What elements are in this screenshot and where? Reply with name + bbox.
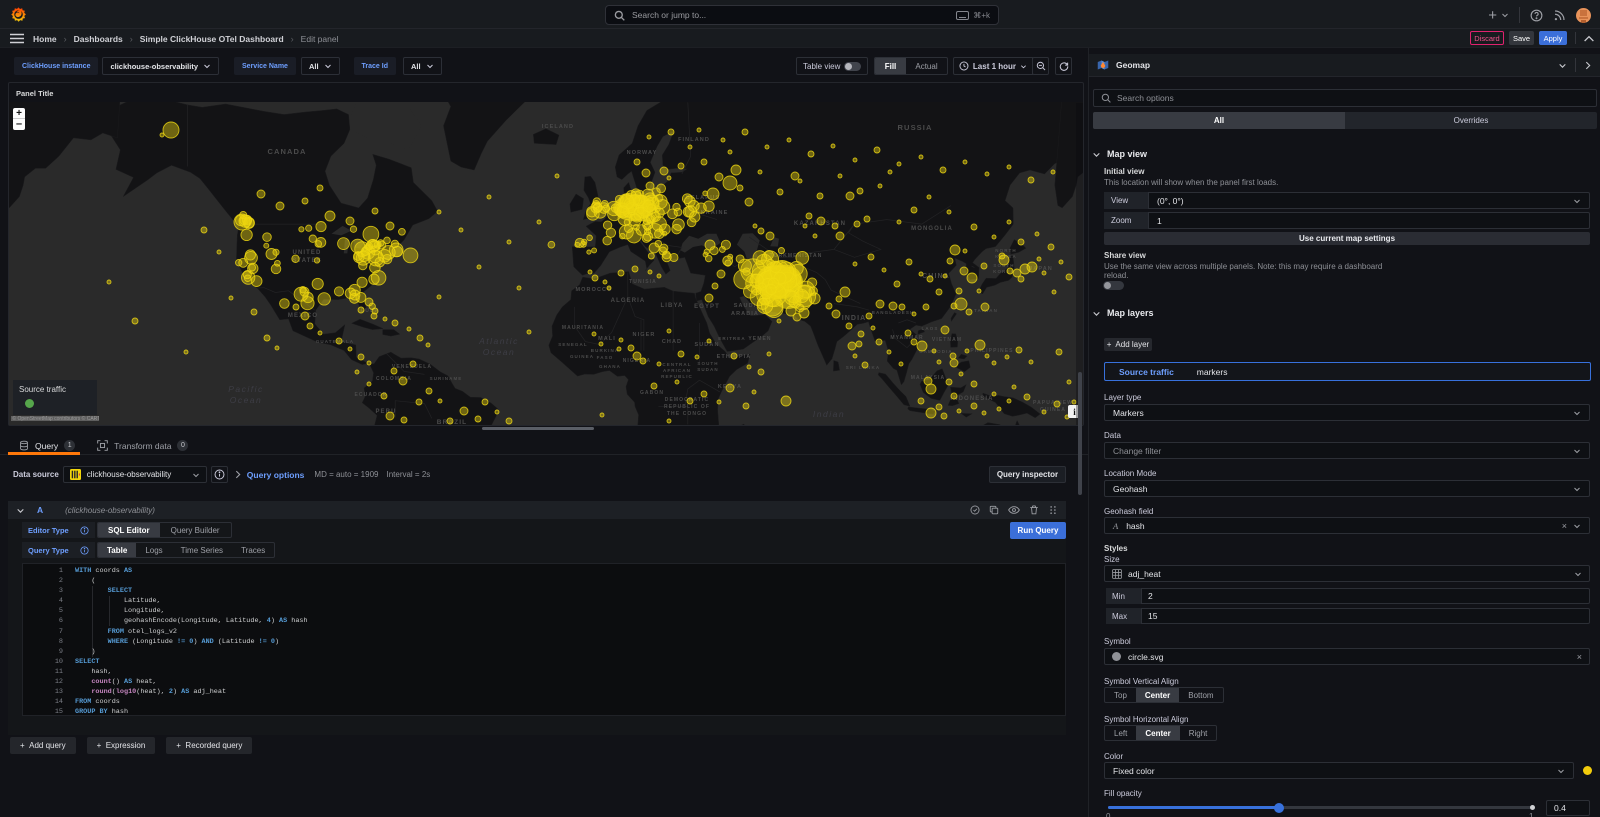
svg-text:LIBYA: LIBYA xyxy=(661,303,684,309)
svg-text:CENTRAL: CENTRAL xyxy=(662,362,691,367)
svg-text:ARABIA: ARABIA xyxy=(731,311,759,317)
svg-text:CHAD: CHAD xyxy=(662,339,682,345)
svg-text:FASO: FASO xyxy=(597,355,614,360)
svg-text:SURINAME: SURINAME xyxy=(430,376,463,381)
svg-text:LAOS: LAOS xyxy=(922,326,939,331)
svg-text:Ocean: Ocean xyxy=(483,347,516,357)
svg-text:AFRICAN: AFRICAN xyxy=(663,368,691,373)
svg-text:MAURITANIA: MAURITANIA xyxy=(562,325,604,331)
svg-text:FINLAND: FINLAND xyxy=(678,137,710,143)
svg-text:GUATEMALA: GUATEMALA xyxy=(316,339,354,344)
svg-text:Pacific: Pacific xyxy=(228,384,264,394)
svg-text:VIETNAM: VIETNAM xyxy=(932,337,962,343)
svg-text:SUDAN: SUDAN xyxy=(697,367,719,372)
svg-text:BANGLADESH: BANGLADESH xyxy=(872,310,915,315)
svg-text:ALGERIA: ALGERIA xyxy=(611,298,646,304)
svg-text:GHANA: GHANA xyxy=(599,364,621,369)
svg-text:EGYPT: EGYPT xyxy=(694,304,720,310)
svg-text:RUSSIA: RUSSIA xyxy=(898,123,933,132)
svg-text:GUINEA: GUINEA xyxy=(570,354,594,359)
svg-text:NORTH: NORTH xyxy=(995,248,1017,253)
svg-text:ERITREA: ERITREA xyxy=(718,336,745,341)
svg-text:REPUBLIC OF: REPUBLIC OF xyxy=(664,404,710,410)
svg-text:MONGOLIA: MONGOLIA xyxy=(911,226,953,232)
svg-text:GABON: GABON xyxy=(640,390,664,396)
svg-text:CANADA: CANADA xyxy=(267,147,306,156)
svg-text:SUDAN: SUDAN xyxy=(694,342,719,348)
svg-text:MALI: MALI xyxy=(598,336,616,342)
svg-text:PAPUA NEW: PAPUA NEW xyxy=(1033,400,1073,406)
svg-text:YEMEN: YEMEN xyxy=(748,336,771,342)
svg-text:BURKINA: BURKINA xyxy=(591,348,619,353)
svg-text:NORWAY: NORWAY xyxy=(627,150,658,156)
svg-text:NIGER: NIGER xyxy=(633,332,656,338)
svg-text:ICELAND: ICELAND xyxy=(542,124,574,130)
svg-text:Ocean: Ocean xyxy=(230,395,263,405)
svg-text:INDIA: INDIA xyxy=(842,315,867,322)
svg-text:SENEGAL: SENEGAL xyxy=(558,342,587,347)
svg-text:SOUTH: SOUTH xyxy=(697,361,718,366)
svg-text:THE CONGO: THE CONGO xyxy=(667,411,707,417)
svg-text:Indian: Indian xyxy=(813,409,845,419)
svg-text:Atlantic: Atlantic xyxy=(478,336,519,346)
svg-text:TUNISIA: TUNISIA xyxy=(629,279,657,285)
svg-text:REPUBLIC: REPUBLIC xyxy=(661,374,693,379)
